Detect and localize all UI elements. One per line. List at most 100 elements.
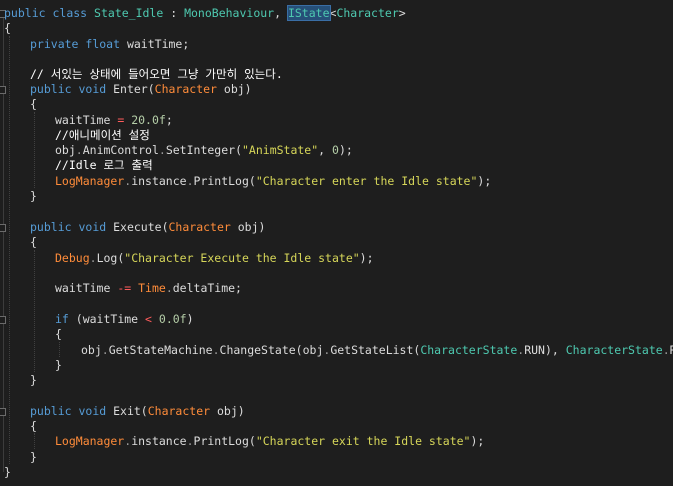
code-token: class [52,6,88,20]
code-line[interactable]: private float waitTime; [30,37,189,52]
fold-collapse-icon[interactable] [0,316,6,324]
code-token: waitTime; [120,37,190,51]
code-line[interactable]: public class State_Idle : MonoBehaviour,… [4,5,406,21]
code-token: { [30,419,37,433]
code-token: GetStateMachine [108,343,213,357]
code-token: Character [147,404,211,418]
code-token: PrintLog( [193,434,256,448]
code-token: > [398,6,406,20]
code-token: Character [168,220,231,234]
code-token: waitTime [55,281,118,295]
code-token: obj [81,343,102,357]
code-token: { [30,97,37,111]
code-token: public [30,82,72,96]
code-line[interactable]: public void Execute(Character obj) [30,220,265,235]
code-line[interactable]: } [4,465,11,480]
code-token: } [55,358,62,372]
code-token: //Idle 로그 출력 [55,158,153,172]
code-token: . [165,281,173,295]
code-token: public [30,404,72,418]
code-editor[interactable]: public class State_Idle : MonoBehaviour,… [0,0,673,486]
code-line[interactable]: waitTime = 20.0f; [55,113,173,128]
code-token: waitTime [55,113,118,127]
code-line[interactable]: } [55,358,62,373]
code-token: "Character exit the Idle state" [255,434,471,448]
code-line[interactable]: public void Enter(Character obj) [30,82,252,97]
code-line[interactable]: { [30,97,37,112]
code-token: . [101,343,109,357]
code-token: Time [138,281,166,295]
code-token: //애니메이션 설정 [55,128,150,142]
code-token: deltaTime; [172,281,242,295]
code-line[interactable]: { [55,327,62,342]
code-token: Enter( [106,82,155,96]
code-line[interactable]: { [30,419,37,434]
code-token: { [30,235,37,249]
code-line[interactable]: obj.GetStateMachine.ChangeState(obj.GetS… [81,343,673,358]
code-token: } [30,450,37,464]
code-token: MonoBehaviour [184,6,275,20]
code-line[interactable]: // 서있는 상태에 들어오면 그냥 가만히 있는다. [30,67,283,82]
code-line[interactable]: //애니메이션 설정 [55,128,150,143]
code-token: Character [336,6,399,20]
code-line[interactable]: waitTime -= Time.deltaTime; [55,281,242,296]
code-token: ); [338,143,353,157]
code-token: obj) [230,220,266,234]
code-token: private [30,37,79,51]
code-line[interactable]: { [30,235,37,250]
code-token: LogManager [55,174,125,188]
code-token: 20.0f [131,113,166,127]
code-token: ; [165,113,173,127]
code-line[interactable]: if (waitTime < 0.0f) [55,312,194,327]
code-token: void [78,220,107,234]
code-token: SetInteger( [165,143,242,157]
code-token: , [318,143,333,157]
fold-collapse-icon[interactable] [0,408,6,416]
indent-guide [9,36,10,464]
code-token: Debug [55,251,90,265]
code-token: . [158,143,166,157]
code-token: void [78,82,107,96]
code-token: obj) [210,404,245,418]
code-token: public [30,220,72,234]
code-token: . [89,251,97,265]
code-line[interactable]: public void Exit(Character obj) [30,404,245,419]
indent-guide [34,433,35,449]
code-token: obj) [216,82,252,96]
fold-collapse-icon[interactable] [0,224,6,232]
code-line[interactable]: } [30,189,37,204]
fold-collapse-icon[interactable] [0,86,6,94]
code-line[interactable]: Debug.Log("Character Execute the Idle st… [55,251,374,266]
code-line[interactable]: } [30,373,37,388]
highlighted-symbol: IState [286,5,331,21]
code-line[interactable]: obj.AnimControl.SetInteger("AnimState", … [55,143,353,158]
indent-guide [34,250,35,372]
outline-fold-line [3,14,4,472]
code-line[interactable]: { [4,21,11,36]
code-token: RUN); [670,343,673,357]
code-token: ) [186,312,194,326]
code-token: Exit( [106,404,148,418]
code-token: : [163,6,185,20]
code-token: -= [117,281,132,295]
code-token: // 서있는 상태에 들어오면 그냥 가만히 있는다. [30,67,283,81]
code-token: 0.0f [158,312,187,326]
code-line[interactable]: LogManager.instance.PrintLog("Character … [55,434,484,449]
code-line[interactable]: LogManager.instance.PrintLog("Character … [55,174,491,189]
code-token: AnimControl [82,143,159,157]
code-token: ); [470,434,485,448]
code-token: Log( [96,251,125,265]
code-token: public [4,6,46,20]
code-token: } [30,373,37,387]
code-token: , [274,6,288,20]
code-token: Execute( [106,220,169,234]
code-token: State_Idle [94,6,164,20]
code-line[interactable]: //Idle 로그 출력 [55,158,153,173]
code-token: . [212,343,220,357]
code-token: { [4,21,11,35]
code-token: GetStateList( [330,343,421,357]
code-line[interactable]: } [30,450,37,465]
code-token: LogManager [55,434,125,448]
code-token: instance [131,434,187,448]
